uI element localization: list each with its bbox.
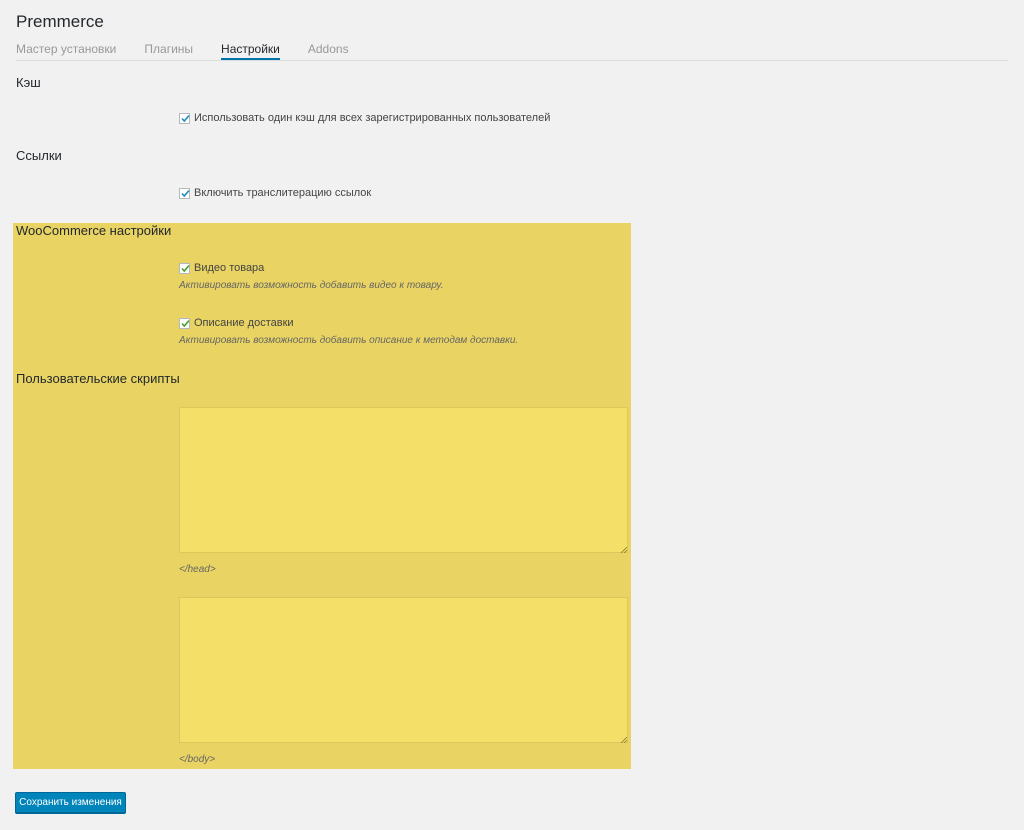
checkmark-icon bbox=[181, 189, 190, 197]
cache-checkbox-label: Использовать один кэш для всех зарегистр… bbox=[194, 112, 551, 124]
links-option[interactable]: Включить транслитерацию ссылок bbox=[179, 187, 371, 199]
resize-handle-icon[interactable] bbox=[620, 736, 627, 743]
section-title-custom-scripts: Пользовательские скрипты bbox=[16, 371, 180, 386]
checkmark-icon bbox=[181, 114, 190, 122]
delivery-option[interactable]: Описание доставки bbox=[179, 317, 294, 329]
delivery-description-checkbox[interactable] bbox=[179, 317, 190, 329]
head-scripts-textarea[interactable] bbox=[179, 407, 628, 553]
delivery-description-label: Описание доставки bbox=[194, 317, 294, 329]
body-hint: </body> bbox=[179, 754, 216, 765]
checkmark-icon bbox=[181, 264, 190, 272]
transliteration-checkbox-label: Включить транслитерацию ссылок bbox=[194, 187, 372, 199]
tab-plugins[interactable]: Плагины bbox=[144, 41, 193, 59]
transliteration-checkbox[interactable] bbox=[179, 187, 190, 199]
checkmark-icon bbox=[181, 319, 190, 327]
app-title: Premmerce bbox=[16, 12, 104, 31]
settings-page: Premmerce Мастер установки Плагины Настр… bbox=[0, 0, 1024, 830]
delivery-description-text: Активировать возможность добавить описан… bbox=[179, 335, 519, 346]
section-title-links: Ссылки bbox=[16, 148, 62, 163]
section-title-woocommerce: WooCommerce настройки bbox=[16, 223, 172, 238]
tab-settings[interactable]: Настройки bbox=[221, 41, 280, 60]
tab-addons[interactable]: Addons bbox=[308, 41, 349, 59]
nav-tabs: Мастер установки Плагины Настройки Addon… bbox=[16, 41, 1008, 61]
video-option[interactable]: Видео товара bbox=[179, 262, 264, 274]
product-video-checkbox[interactable] bbox=[179, 262, 190, 274]
product-video-label: Видео товара bbox=[194, 262, 265, 274]
product-video-description: Активировать возможность добавить видео … bbox=[179, 280, 444, 291]
body-scripts-textarea[interactable] bbox=[179, 597, 628, 743]
section-title-cache: Кэш bbox=[16, 75, 41, 90]
save-changes-button[interactable]: Сохранить изменения bbox=[15, 792, 126, 813]
resize-handle-icon[interactable] bbox=[620, 546, 627, 553]
head-hint: </head> bbox=[179, 564, 216, 575]
tab-setup-wizard[interactable]: Мастер установки bbox=[16, 41, 116, 59]
cache-checkbox[interactable] bbox=[179, 112, 190, 124]
cache-option[interactable]: Использовать один кэш для всех зарегистр… bbox=[179, 112, 550, 124]
